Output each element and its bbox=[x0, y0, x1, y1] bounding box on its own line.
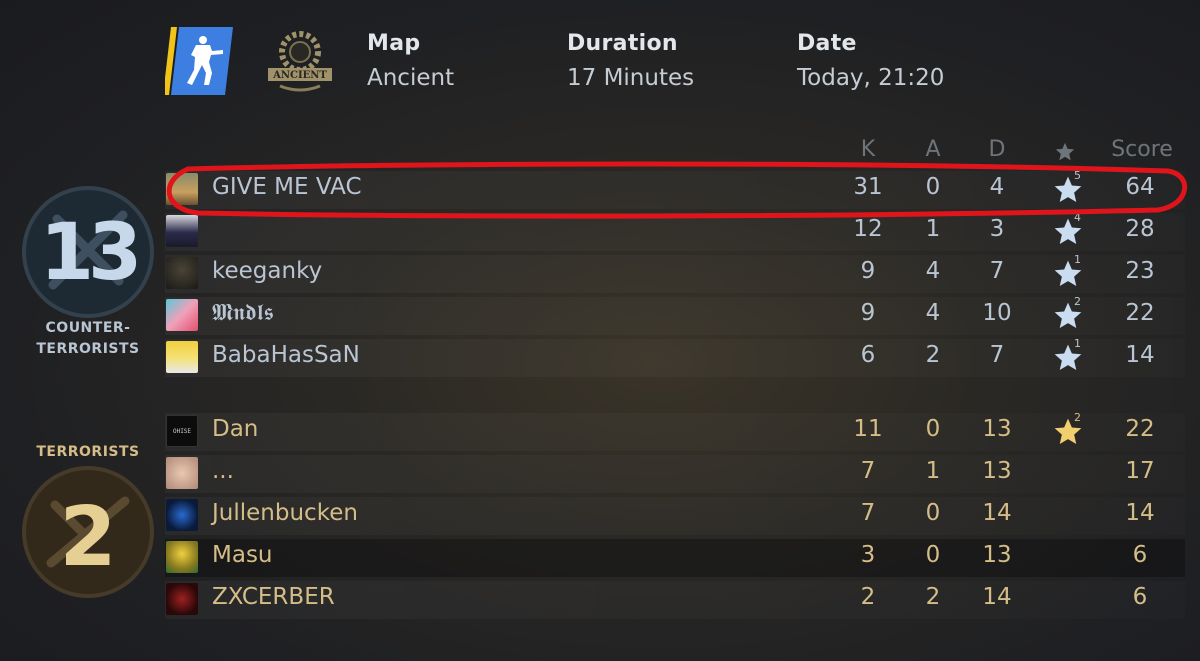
player-score: 17 bbox=[1125, 458, 1155, 484]
star-icon bbox=[1055, 142, 1075, 161]
player-assists: 1 bbox=[925, 216, 941, 242]
player-kills: 12 bbox=[853, 216, 883, 242]
player-assists: 2 bbox=[925, 342, 941, 368]
player-row[interactable]: keeganky 9 4 7 1 23 bbox=[165, 253, 1185, 293]
player-avatar bbox=[166, 257, 198, 289]
player-row[interactable]: Masu 3 0 13 6 bbox=[165, 539, 1185, 577]
player-row[interactable]: 𝕸𝖓𝖉𝖑𝖘 9 4 10 2 22 bbox=[165, 295, 1185, 335]
player-name[interactable]: keeganky bbox=[212, 258, 322, 284]
player-avatar bbox=[166, 457, 198, 489]
player-kills: 3 bbox=[860, 542, 876, 568]
player-assists: 0 bbox=[925, 542, 941, 568]
player-name[interactable]: ... bbox=[212, 458, 234, 484]
player-deaths: 14 bbox=[982, 500, 1012, 526]
player-kills: 7 bbox=[860, 458, 876, 484]
player-row[interactable]: BabaHasSaN 6 2 7 1 14 bbox=[165, 337, 1185, 377]
player-score: 6 bbox=[1132, 542, 1148, 568]
map-value: Ancient bbox=[367, 65, 455, 91]
player-deaths: 7 bbox=[989, 258, 1005, 284]
player-assists: 0 bbox=[925, 416, 941, 442]
player-deaths: 14 bbox=[982, 584, 1012, 610]
player-assists: 4 bbox=[925, 300, 941, 326]
player-score: 28 bbox=[1125, 216, 1155, 242]
player-avatar bbox=[166, 299, 198, 331]
player-deaths: 10 bbox=[982, 300, 1012, 326]
player-kills: 11 bbox=[853, 416, 883, 442]
gun-silhouette-icon bbox=[165, 27, 233, 95]
player-kills: 9 bbox=[860, 300, 876, 326]
player-kills: 2 bbox=[860, 584, 876, 610]
player-name[interactable]: 𝕸𝖓𝖉𝖑𝖘 bbox=[212, 300, 274, 326]
player-kills: 6 bbox=[860, 342, 876, 368]
player-score: 22 bbox=[1125, 300, 1155, 326]
player-avatar bbox=[166, 499, 198, 531]
player-assists: 4 bbox=[925, 258, 941, 284]
player-kills: 9 bbox=[860, 258, 876, 284]
ct-team-score-badge: 13 bbox=[22, 186, 154, 318]
mvp-count: 2 bbox=[1074, 295, 1081, 308]
player-deaths: 7 bbox=[989, 342, 1005, 368]
player-name[interactable]: BabaHasSaN bbox=[212, 342, 360, 368]
player-assists: 0 bbox=[925, 500, 941, 526]
t-team-score-badge: 2 bbox=[22, 466, 154, 598]
player-avatar bbox=[166, 215, 198, 247]
date-info: Date Today, 21:20 bbox=[797, 31, 944, 91]
deaths-column-header: D bbox=[988, 137, 1006, 162]
map-label: Map bbox=[367, 31, 421, 56]
svg-text:2: 2 bbox=[59, 490, 116, 585]
duration-label: Duration bbox=[567, 31, 678, 56]
player-avatar: OHISE bbox=[166, 415, 198, 447]
player-score: 23 bbox=[1125, 258, 1155, 284]
mvp-count: 1 bbox=[1074, 337, 1081, 350]
player-kills: 7 bbox=[860, 500, 876, 526]
player-score: 22 bbox=[1125, 416, 1155, 442]
player-score: 14 bbox=[1125, 500, 1155, 526]
player-row[interactable]: ZXCERBER 2 2 14 6 bbox=[165, 581, 1185, 619]
player-deaths: 13 bbox=[982, 458, 1012, 484]
svg-text:ANCIENT: ANCIENT bbox=[272, 70, 327, 81]
player-assists: 1 bbox=[925, 458, 941, 484]
mvp-count: 2 bbox=[1074, 411, 1081, 424]
player-avatar bbox=[166, 341, 198, 373]
avatar-text: OHISE bbox=[172, 427, 192, 435]
player-deaths: 13 bbox=[982, 416, 1012, 442]
ancient-map-icon: ANCIENT bbox=[268, 31, 332, 92]
red-annotation-ellipse bbox=[166, 161, 1187, 219]
assists-column-header: A bbox=[925, 137, 941, 162]
kills-column-header: K bbox=[860, 137, 876, 162]
player-name[interactable]: ZXCERBER bbox=[212, 584, 335, 610]
score-column-header: Score bbox=[1111, 137, 1173, 162]
player-score: 14 bbox=[1125, 342, 1155, 368]
player-avatar bbox=[166, 541, 198, 573]
svg-text:13: 13 bbox=[40, 208, 137, 298]
player-assists: 2 bbox=[925, 584, 941, 610]
match-header: ANCIENT Map Ancient Duration 17 Minutes … bbox=[0, 0, 1200, 120]
mvp-count: 1 bbox=[1074, 253, 1081, 266]
map-info: Map Ancient bbox=[367, 31, 454, 91]
player-score: 6 bbox=[1132, 584, 1148, 610]
player-avatar bbox=[166, 583, 198, 615]
player-row[interactable]: ... 7 1 13 17 bbox=[165, 455, 1185, 493]
player-deaths: 3 bbox=[989, 216, 1005, 242]
duration-info: Duration 17 Minutes bbox=[567, 31, 694, 91]
player-name[interactable]: Jullenbucken bbox=[212, 500, 358, 526]
player-name[interactable]: Dan bbox=[212, 416, 258, 442]
ct-team-name: COUNTER- TERRORISTS bbox=[36, 320, 140, 357]
player-row[interactable]: OHISE Dan 11 0 13 2 22 bbox=[165, 411, 1185, 451]
date-label: Date bbox=[797, 31, 857, 56]
t-team-name: TERRORISTS bbox=[36, 444, 140, 460]
duration-value: 17 Minutes bbox=[567, 65, 695, 91]
player-deaths: 13 bbox=[982, 542, 1012, 568]
player-name[interactable]: Masu bbox=[212, 542, 273, 568]
date-value: Today, 21:20 bbox=[797, 65, 945, 91]
player-row[interactable]: Jullenbucken 7 0 14 14 bbox=[165, 497, 1185, 535]
